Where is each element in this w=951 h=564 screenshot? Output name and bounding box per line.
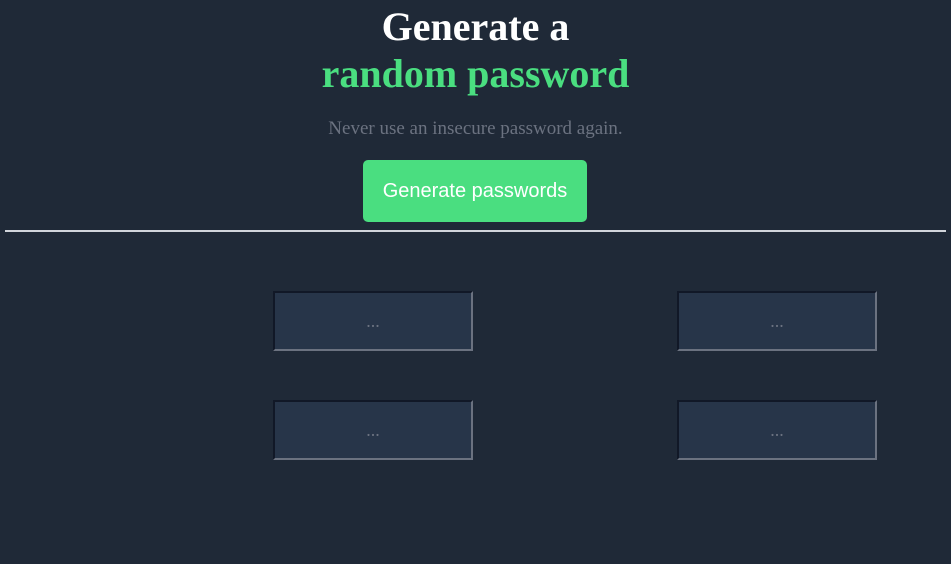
password-output-1[interactable]: ... bbox=[273, 291, 473, 351]
page-title: Generate a bbox=[381, 4, 570, 49]
password-output-2[interactable]: ... bbox=[677, 291, 877, 351]
password-generator-page: Generate a random password Never use an … bbox=[0, 0, 951, 564]
password-output-4[interactable]: ... bbox=[677, 400, 877, 460]
page-subtitle: Never use an insecure password again. bbox=[328, 118, 623, 139]
page-title-highlight: random password bbox=[321, 51, 630, 96]
generate-passwords-button[interactable]: Generate passwords bbox=[363, 160, 587, 222]
password-output-3[interactable]: ... bbox=[273, 400, 473, 460]
section-divider bbox=[5, 230, 946, 232]
